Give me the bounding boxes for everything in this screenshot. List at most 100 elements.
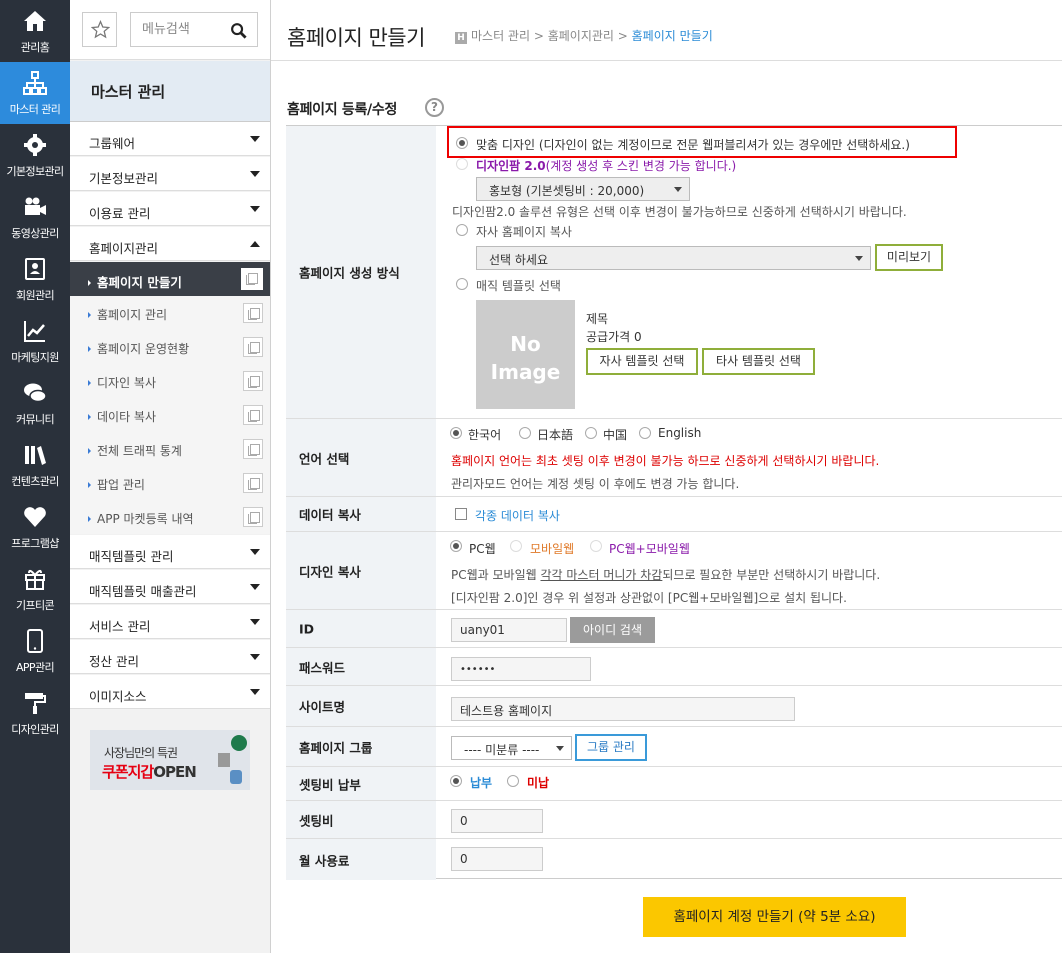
submenu-popup[interactable]: 팝업 관리 bbox=[70, 466, 270, 500]
radio-custom-design[interactable] bbox=[456, 137, 468, 149]
submenu-manage-homepage[interactable]: 홈페이지 관리 bbox=[70, 296, 270, 330]
divider bbox=[271, 60, 1062, 61]
menu-usage-fee[interactable]: 이용료 관리 bbox=[70, 192, 270, 226]
rail-item-program-shop[interactable]: 프로그램샵 bbox=[0, 496, 70, 558]
preview-button[interactable]: 미리보기 bbox=[875, 244, 943, 271]
menu-search-input[interactable] bbox=[131, 13, 225, 46]
menu-settlement[interactable]: 정산 관리 bbox=[70, 640, 270, 674]
radio-design-both[interactable] bbox=[590, 540, 602, 552]
radio-lang-ko[interactable] bbox=[450, 427, 462, 439]
radio-unpaid[interactable] bbox=[507, 775, 519, 787]
rail-label: 마케팅지원 bbox=[11, 351, 59, 364]
menu-groupware[interactable]: 그룹웨어 bbox=[70, 122, 270, 156]
radio-design-pc[interactable] bbox=[450, 540, 462, 552]
site-name-input[interactable]: 테스트용 홈페이지 bbox=[451, 697, 795, 721]
menu-service[interactable]: 서비스 관리 bbox=[70, 605, 270, 639]
radio-lang-ja[interactable] bbox=[519, 427, 531, 439]
menu-label: 홈페이지관리 bbox=[89, 241, 159, 256]
other-template-button[interactable]: 타사 템플릿 선택 bbox=[702, 348, 815, 375]
submenu-data-copy[interactable]: 데이타 복사 bbox=[70, 398, 270, 432]
new-window-icon[interactable] bbox=[241, 268, 263, 290]
menu-image-source[interactable]: 이미지소스 bbox=[70, 675, 270, 709]
row-site-name: 사이트명 테스트용 홈페이지 bbox=[286, 686, 1062, 727]
bullet-icon bbox=[88, 346, 91, 352]
rail-item-community[interactable]: 커뮤니티 bbox=[0, 372, 70, 434]
radio-designpalm[interactable] bbox=[456, 158, 468, 170]
rail-item-app[interactable]: APP관리 bbox=[0, 620, 70, 682]
submenu-label: 홈페이지 운영현황 bbox=[97, 342, 190, 356]
row-id: ID uany01 아이디 검색 bbox=[286, 610, 1062, 648]
banner-highlight: 쿠폰지갑 bbox=[102, 763, 154, 781]
option-label: 맞춤 디자인 (디자인이 없는 계정이므로 전문 웹퍼블리셔가 있는 경우에만 … bbox=[476, 138, 910, 152]
rail-item-gifticon[interactable]: 기프티콘 bbox=[0, 558, 70, 620]
menu-basic-info[interactable]: 기본정보관리 bbox=[70, 157, 270, 191]
submenu-label: 홈페이지 만들기 bbox=[97, 275, 182, 290]
video-icon bbox=[25, 197, 46, 215]
breadcrumb-item[interactable]: 홈페이지관리 bbox=[548, 29, 614, 43]
bullet-icon bbox=[88, 448, 91, 454]
breadcrumb-item[interactable]: 마스터 관리 bbox=[471, 29, 530, 43]
radio-design-mobile[interactable] bbox=[510, 540, 522, 552]
menu-magic-template-sales[interactable]: 매직템플릿 매출관리 bbox=[70, 570, 270, 604]
rail-item-design[interactable]: 디자인관리 bbox=[0, 682, 70, 744]
menu-magic-template[interactable]: 매직템플릿 관리 bbox=[70, 535, 270, 569]
new-window-icon[interactable] bbox=[243, 303, 263, 323]
group-manage-button[interactable]: 그룹 관리 bbox=[575, 734, 647, 761]
homepage-form: 홈페이지 생성 방식 맞춤 디자인 (디자인이 없는 계정이므로 전문 웹퍼블리… bbox=[286, 125, 1062, 880]
submenu-make-homepage[interactable]: 홈페이지 만들기 bbox=[70, 262, 270, 296]
help-icon[interactable]: ? bbox=[425, 98, 444, 117]
copy-source-select[interactable]: 선택 하세요 bbox=[476, 246, 871, 270]
coupon-wallet-banner[interactable]: 사장님만의 특권 쿠폰지갑OPEN bbox=[90, 730, 250, 790]
id-search-button[interactable]: 아이디 검색 bbox=[570, 617, 655, 643]
radio-paid[interactable] bbox=[450, 775, 462, 787]
rail-item-master[interactable]: 마스터 관리 bbox=[0, 62, 70, 124]
new-window-icon[interactable] bbox=[243, 473, 263, 493]
rail-item-member[interactable]: 회원관리 bbox=[0, 248, 70, 310]
password-input[interactable]: •••••• bbox=[451, 657, 591, 681]
search-icon[interactable] bbox=[230, 22, 247, 39]
new-window-icon[interactable] bbox=[243, 405, 263, 425]
caret-down-icon bbox=[250, 136, 260, 142]
group-select[interactable]: ---- 미분류 ---- bbox=[451, 736, 572, 760]
new-window-icon[interactable] bbox=[243, 507, 263, 527]
radio-lang-en[interactable] bbox=[639, 427, 651, 439]
option-label: PC웹 bbox=[469, 542, 496, 556]
rail-item-home[interactable]: 관리홈 bbox=[0, 0, 70, 62]
menu-homepage[interactable]: 홈페이지관리 bbox=[70, 227, 270, 261]
rail-label: 회원관리 bbox=[15, 289, 55, 302]
star-icon bbox=[91, 20, 110, 39]
own-template-button[interactable]: 자사 템플릿 선택 bbox=[586, 348, 698, 375]
language-notice: 홈페이지 언어는 최초 셋팅 이후 변경이 불가능 하므로 신중하게 선택하시기… bbox=[451, 454, 880, 468]
submenu-app-market[interactable]: APP 마켓등록 내역 bbox=[70, 500, 270, 534]
select-value: 홍보형 (기본셋팅비 : 20,000) bbox=[489, 184, 645, 198]
caret-down-icon bbox=[250, 171, 260, 177]
home-icon bbox=[24, 11, 46, 31]
radio-copy-own[interactable] bbox=[456, 224, 468, 236]
label-text: 셋팅비 bbox=[299, 813, 334, 828]
favorite-button[interactable] bbox=[82, 12, 117, 47]
monthly-fee-input[interactable]: 0 bbox=[451, 847, 543, 871]
rail-item-marketing[interactable]: 마케팅지원 bbox=[0, 310, 70, 372]
designpalm-type-select[interactable]: 홍보형 (기본셋팅비 : 20,000) bbox=[476, 177, 690, 201]
rail-item-video[interactable]: 동영상관리 bbox=[0, 186, 70, 248]
label-text: 월 사용료 bbox=[299, 853, 350, 868]
caret-down-icon bbox=[250, 549, 260, 555]
new-window-icon[interactable] bbox=[243, 439, 263, 459]
radio-lang-zh[interactable] bbox=[585, 427, 597, 439]
new-window-icon[interactable] bbox=[243, 371, 263, 391]
sidebar-toolbar bbox=[70, 0, 270, 60]
chat-icon bbox=[24, 383, 47, 403]
label-text: 패스워드 bbox=[299, 660, 346, 675]
submenu-design-copy[interactable]: 디자인 복사 bbox=[70, 364, 270, 398]
radio-magic-template[interactable] bbox=[456, 278, 468, 290]
new-window-icon[interactable] bbox=[243, 337, 263, 357]
submenu-homepage-status[interactable]: 홈페이지 운영현황 bbox=[70, 330, 270, 364]
rail-item-basic-info[interactable]: 기본정보관리 bbox=[0, 124, 70, 186]
rail-item-contents[interactable]: 컨텐츠관리 bbox=[0, 434, 70, 496]
submenu-traffic-stats[interactable]: 전체 트래픽 통계 bbox=[70, 432, 270, 466]
setup-fee-input[interactable]: 0 bbox=[451, 809, 543, 833]
create-account-button[interactable]: 홈페이지 계정 만들기 (약 5분 소요) bbox=[643, 897, 906, 937]
menu-search-box bbox=[130, 12, 258, 47]
id-input[interactable]: uany01 bbox=[451, 618, 567, 642]
data-copy-checkbox[interactable] bbox=[455, 508, 467, 520]
